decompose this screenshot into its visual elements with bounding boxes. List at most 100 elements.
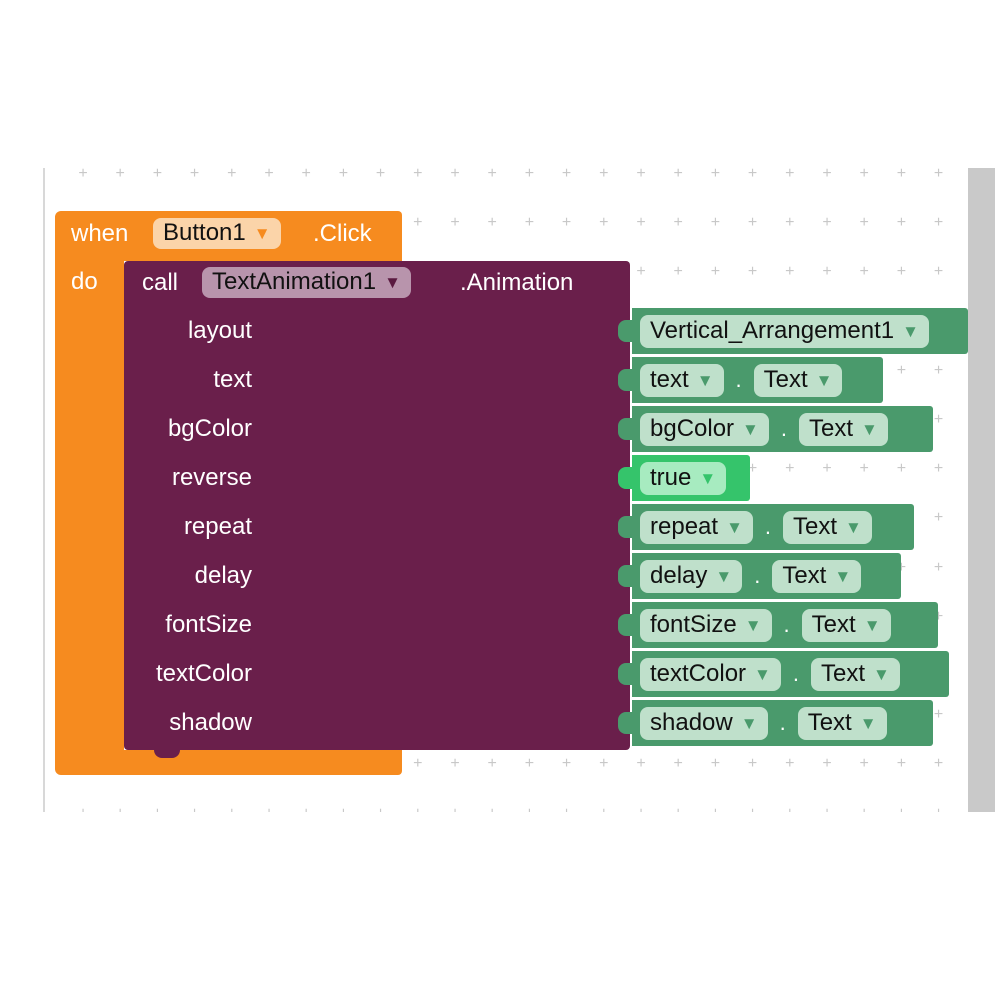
param-value-block-text[interactable]: text ▼. Text ▼ bbox=[618, 357, 883, 403]
block-connector bbox=[154, 750, 180, 758]
grid-mark: + bbox=[338, 168, 349, 182]
dot-separator: . bbox=[735, 367, 742, 392]
grid-mark: + bbox=[859, 214, 869, 232]
dot-separator: . bbox=[780, 416, 787, 441]
value-dropdown[interactable]: text ▼ bbox=[640, 363, 724, 397]
input-connector bbox=[618, 614, 632, 636]
param-value-block-textColor[interactable]: textColor ▼. Text ▼ bbox=[618, 651, 949, 697]
value-dropdown[interactable]: fontSize ▼ bbox=[640, 608, 772, 642]
property-dropdown[interactable]: Text ▼ bbox=[797, 706, 887, 740]
dot-separator: . bbox=[754, 563, 761, 588]
property-name: Text bbox=[807, 708, 852, 736]
grid-mark: + bbox=[413, 168, 423, 182]
grid-mark: + bbox=[375, 168, 386, 182]
property-dropdown[interactable]: Text ▼ bbox=[772, 559, 862, 593]
grid-mark: + bbox=[673, 214, 683, 232]
grid-mark: + bbox=[893, 805, 909, 812]
workspace-scrollbar[interactable] bbox=[968, 168, 995, 812]
call-label: call bbox=[142, 269, 179, 296]
chevron-down-icon: ▼ bbox=[815, 370, 833, 390]
grid-mark: + bbox=[450, 755, 460, 773]
grid-mark: + bbox=[856, 805, 872, 812]
grid-mark: + bbox=[896, 361, 907, 379]
grid-mark: + bbox=[78, 168, 88, 182]
param-value-block-delay[interactable]: delay ▼. Text ▼ bbox=[618, 553, 901, 599]
grid-mark: + bbox=[822, 214, 832, 232]
chevron-down-icon: ▼ bbox=[834, 566, 852, 586]
grid-mark: + bbox=[931, 805, 947, 812]
grid-mark: + bbox=[747, 168, 758, 182]
value-name: delay bbox=[650, 561, 708, 589]
value-name: true bbox=[650, 463, 692, 491]
value-dropdown[interactable]: true ▼ bbox=[640, 461, 727, 495]
grid-mark: + bbox=[636, 755, 646, 773]
grid-mark: + bbox=[633, 805, 649, 812]
grid-mark: + bbox=[673, 168, 683, 182]
chevron-down-icon: ▼ bbox=[726, 517, 743, 537]
value-dropdown[interactable]: delay ▼ bbox=[640, 559, 743, 593]
input-connector bbox=[618, 712, 632, 734]
grid-mark: + bbox=[859, 460, 869, 478]
grid-mark: + bbox=[673, 263, 683, 281]
property-dropdown[interactable]: Text ▼ bbox=[799, 412, 888, 446]
grid-mark: + bbox=[559, 805, 575, 812]
call-animation-block[interactable]: call TextAnimation1 ▼ .Animation layout te… bbox=[124, 261, 630, 750]
dot-separator: . bbox=[792, 661, 799, 686]
grid-mark: + bbox=[785, 263, 795, 281]
value-dropdown[interactable]: repeat ▼ bbox=[640, 510, 753, 544]
param-label-bgColor: bgColor bbox=[167, 415, 252, 442]
value-dropdown[interactable]: shadow ▼ bbox=[640, 706, 768, 740]
property-dropdown[interactable]: Text ▼ bbox=[783, 510, 872, 544]
input-connector bbox=[618, 369, 632, 391]
param-value-block-fontSize[interactable]: fontSize ▼. Text ▼ bbox=[618, 602, 938, 648]
grid-mark: + bbox=[822, 755, 832, 773]
param-value-block-reverse[interactable]: true ▼ bbox=[618, 455, 750, 501]
value-name: bgColor bbox=[650, 414, 735, 442]
param-value-block-shadow[interactable]: shadow ▼. Text ▼ bbox=[618, 700, 933, 746]
chevron-down-icon: ▼ bbox=[744, 615, 762, 635]
param-label-fontSize: fontSize bbox=[165, 611, 252, 638]
property-name: Text bbox=[811, 610, 856, 638]
chevron-down-icon: ▼ bbox=[754, 664, 771, 684]
grid-mark: + bbox=[896, 168, 907, 182]
chevron-down-icon: ▼ bbox=[902, 321, 919, 341]
value-dropdown[interactable]: bgColor ▼ bbox=[640, 412, 769, 446]
grid-mark: + bbox=[636, 214, 646, 232]
chevron-down-icon: ▼ bbox=[742, 419, 759, 439]
input-connector bbox=[618, 467, 632, 489]
property-dropdown[interactable]: Text ▼ bbox=[811, 657, 900, 691]
grid-mark: + bbox=[933, 214, 944, 232]
param-value-block-layout[interactable]: Vertical_Arrangement1 ▼ bbox=[618, 308, 968, 354]
grid-mark: + bbox=[745, 805, 761, 812]
property-dropdown[interactable]: Text ▼ bbox=[801, 608, 891, 642]
grid-mark: + bbox=[670, 805, 686, 812]
property-dropdown[interactable]: Text ▼ bbox=[753, 363, 843, 397]
chevron-down-icon: ▼ bbox=[384, 273, 401, 292]
grid-mark: + bbox=[747, 214, 758, 232]
grid-mark: + bbox=[933, 168, 944, 182]
chevron-down-icon: ▼ bbox=[873, 664, 890, 684]
grid-mark: + bbox=[822, 460, 832, 478]
component-name: TextAnimation1 bbox=[212, 268, 377, 295]
grid-mark: + bbox=[933, 361, 944, 379]
grid-mark: + bbox=[822, 263, 832, 281]
grid-mark: + bbox=[112, 805, 128, 812]
value-dropdown[interactable]: textColor ▼ bbox=[640, 657, 781, 691]
property-name: Text bbox=[821, 659, 866, 687]
component-dropdown[interactable]: TextAnimation1 ▼ bbox=[202, 267, 411, 298]
method-name: .Animation bbox=[460, 269, 574, 296]
grid-mark: + bbox=[933, 755, 944, 773]
component-dropdown[interactable]: Button1 ▼ bbox=[153, 218, 281, 249]
grid-mark: + bbox=[115, 168, 125, 182]
grid-mark: + bbox=[487, 755, 497, 773]
param-value-block-bgColor[interactable]: bgColor ▼. Text ▼ bbox=[618, 406, 933, 452]
grid-mark: + bbox=[599, 168, 609, 182]
grid-mark: + bbox=[822, 168, 832, 182]
grid-mark: + bbox=[599, 755, 609, 773]
property-name: Text bbox=[793, 512, 838, 540]
grid-mark: + bbox=[487, 168, 497, 182]
grid-mark: + bbox=[819, 805, 835, 812]
value-dropdown[interactable]: Vertical_Arrangement1 ▼ bbox=[640, 314, 929, 348]
grid-mark: + bbox=[673, 755, 683, 773]
param-value-block-repeat[interactable]: repeat ▼. Text ▼ bbox=[618, 504, 914, 550]
